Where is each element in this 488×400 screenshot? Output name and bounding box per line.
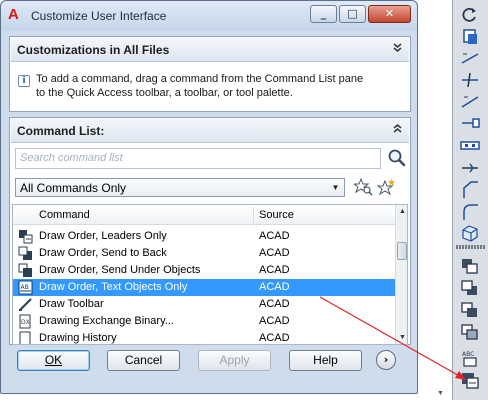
table-row[interactable]: Draw Order, Send Under Objects ACAD xyxy=(13,262,395,279)
cancel-button[interactable]: Cancel xyxy=(107,350,180,371)
maximize-button[interactable]: □ xyxy=(339,5,366,23)
stretch-icon[interactable] xyxy=(459,92,481,112)
command-list-panel: Command List: Search command list All Co… xyxy=(9,117,411,345)
join-icon[interactable] xyxy=(459,114,481,134)
bring-above-icon[interactable] xyxy=(459,300,481,320)
search-command-input[interactable]: Search command list xyxy=(15,148,381,169)
more-options-button[interactable]: › xyxy=(376,350,396,370)
command-list-header[interactable]: Command List: xyxy=(11,119,409,143)
grid-header: Command Source xyxy=(13,205,395,225)
table-row[interactable]: Draw Order, Leaders Only ACAD xyxy=(13,228,395,245)
table-row[interactable]: DX Drawing Exchange Binary... ACAD xyxy=(13,313,395,330)
command-name: Draw Order, Send to Back xyxy=(39,247,167,259)
apply-button[interactable]: Apply xyxy=(198,350,271,371)
cancel-label: Cancel xyxy=(124,353,163,367)
send-under-icon[interactable] xyxy=(459,322,481,342)
table-row[interactable]: Drawing History ACAD xyxy=(13,330,395,344)
column-divider[interactable] xyxy=(253,207,254,223)
extend-line-icon[interactable] xyxy=(459,49,481,69)
svg-text:AB: AB xyxy=(21,284,29,291)
text-objects-only-icon: AB xyxy=(18,280,33,295)
dropdown-arrow-icon[interactable]: ▼ xyxy=(328,180,343,195)
find-command-icon[interactable] xyxy=(352,177,374,197)
palette-separator xyxy=(456,245,485,249)
trim-line-icon[interactable] xyxy=(459,70,481,90)
close-button[interactable]: ✕ xyxy=(368,5,411,23)
3d-box-icon[interactable] xyxy=(459,223,481,243)
drawing-exchange-icon: DX xyxy=(18,314,33,329)
command-name: Drawing History xyxy=(39,332,117,344)
window-title: Customize User Interface xyxy=(31,9,167,23)
chamfer-icon[interactable] xyxy=(459,158,481,178)
scroll-down-arrow-icon[interactable]: ▼ xyxy=(396,331,407,344)
scroll-thumb[interactable] xyxy=(397,242,407,260)
draw-order-leaders-icon xyxy=(18,229,33,244)
customizations-panel: Customizations in All Files i To add a c… xyxy=(9,36,411,112)
draw-toolbar-icon xyxy=(18,297,33,312)
command-source: ACAD xyxy=(259,315,290,327)
drawing-history-icon xyxy=(18,331,33,344)
send-to-back-icon xyxy=(18,246,33,261)
command-filter-value: All Commands Only xyxy=(20,181,127,195)
command-list-title: Command List: xyxy=(17,124,105,138)
send-under-icon xyxy=(18,263,33,278)
customizations-title: Customizations in All Files xyxy=(17,43,170,57)
resize-grip-icon[interactable]: ▼ xyxy=(437,390,444,397)
table-row[interactable]: Draw Order, Send to Back ACAD xyxy=(13,245,395,262)
ok-label: OK xyxy=(44,353,63,367)
svg-text:ABC: ABC xyxy=(462,351,474,358)
collapse-chevron-icon[interactable] xyxy=(392,42,403,56)
command-source: ACAD xyxy=(259,281,290,293)
command-name: Draw Order, Send Under Objects xyxy=(39,264,201,276)
command-name: Draw Order, Leaders Only xyxy=(39,230,167,242)
command-source: ACAD xyxy=(259,332,290,344)
fillet-icon[interactable] xyxy=(459,180,481,200)
help-button[interactable]: Help xyxy=(289,350,362,371)
blend-curve-icon[interactable] xyxy=(459,202,481,222)
text-objects-only-icon[interactable] xyxy=(459,370,481,390)
svg-text:DX: DX xyxy=(21,319,30,326)
search-icon[interactable] xyxy=(387,148,407,168)
collapse-chevron-icon[interactable] xyxy=(392,123,403,137)
bring-to-front-icon[interactable] xyxy=(459,256,481,276)
customize-ui-dialog: A Customize User Interface _ □ ✕ Customi… xyxy=(0,0,418,394)
help-label: Help xyxy=(313,353,338,367)
column-command[interactable]: Command xyxy=(39,209,90,221)
command-filter-select[interactable]: All Commands Only ▼ xyxy=(15,178,345,197)
command-name: Draw Order, Text Objects Only xyxy=(39,281,188,293)
command-source: ACAD xyxy=(259,247,290,259)
copy-icon[interactable] xyxy=(459,27,481,47)
command-source: ACAD xyxy=(259,230,290,242)
break-icon[interactable] xyxy=(459,136,481,156)
create-new-command-icon[interactable] xyxy=(376,177,397,197)
customizations-header[interactable]: Customizations in All Files xyxy=(11,38,409,62)
table-row[interactable]: Draw Toolbar ACAD xyxy=(13,296,395,313)
title-bar[interactable]: A Customize User Interface _ □ ✕ xyxy=(1,1,417,31)
ok-button[interactable]: OK xyxy=(17,350,90,371)
command-name: Draw Toolbar xyxy=(39,298,104,310)
minimize-button[interactable]: _ xyxy=(310,5,337,23)
scroll-up-arrow-icon[interactable]: ▲ xyxy=(396,205,407,218)
rotate-icon[interactable] xyxy=(459,5,481,25)
command-grid: Command Source Draw Order, Leaders Only … xyxy=(12,204,408,345)
tool-palette: ABC xyxy=(452,0,488,400)
command-source: ACAD xyxy=(259,298,290,310)
apply-label: Apply xyxy=(219,353,250,367)
info-line-1: To add a command, drag a command from th… xyxy=(36,73,364,85)
command-name: Drawing Exchange Binary... xyxy=(39,315,174,327)
column-source[interactable]: Source xyxy=(259,209,294,221)
command-source: ACAD xyxy=(259,264,290,276)
info-line-2: to the Quick Access toolbar, a toolbar, … xyxy=(36,87,293,99)
autocad-logo-icon: A xyxy=(8,6,19,23)
table-row-selected[interactable]: AB Draw Order, Text Objects Only ACAD xyxy=(13,279,395,296)
vertical-scrollbar[interactable]: ▲ ▼ xyxy=(395,205,407,344)
info-icon: i xyxy=(18,75,30,87)
send-to-back-icon[interactable] xyxy=(459,278,481,298)
info-area: i To add a command, drag a command from … xyxy=(10,63,410,111)
text-to-front-icon[interactable]: ABC xyxy=(459,348,481,368)
